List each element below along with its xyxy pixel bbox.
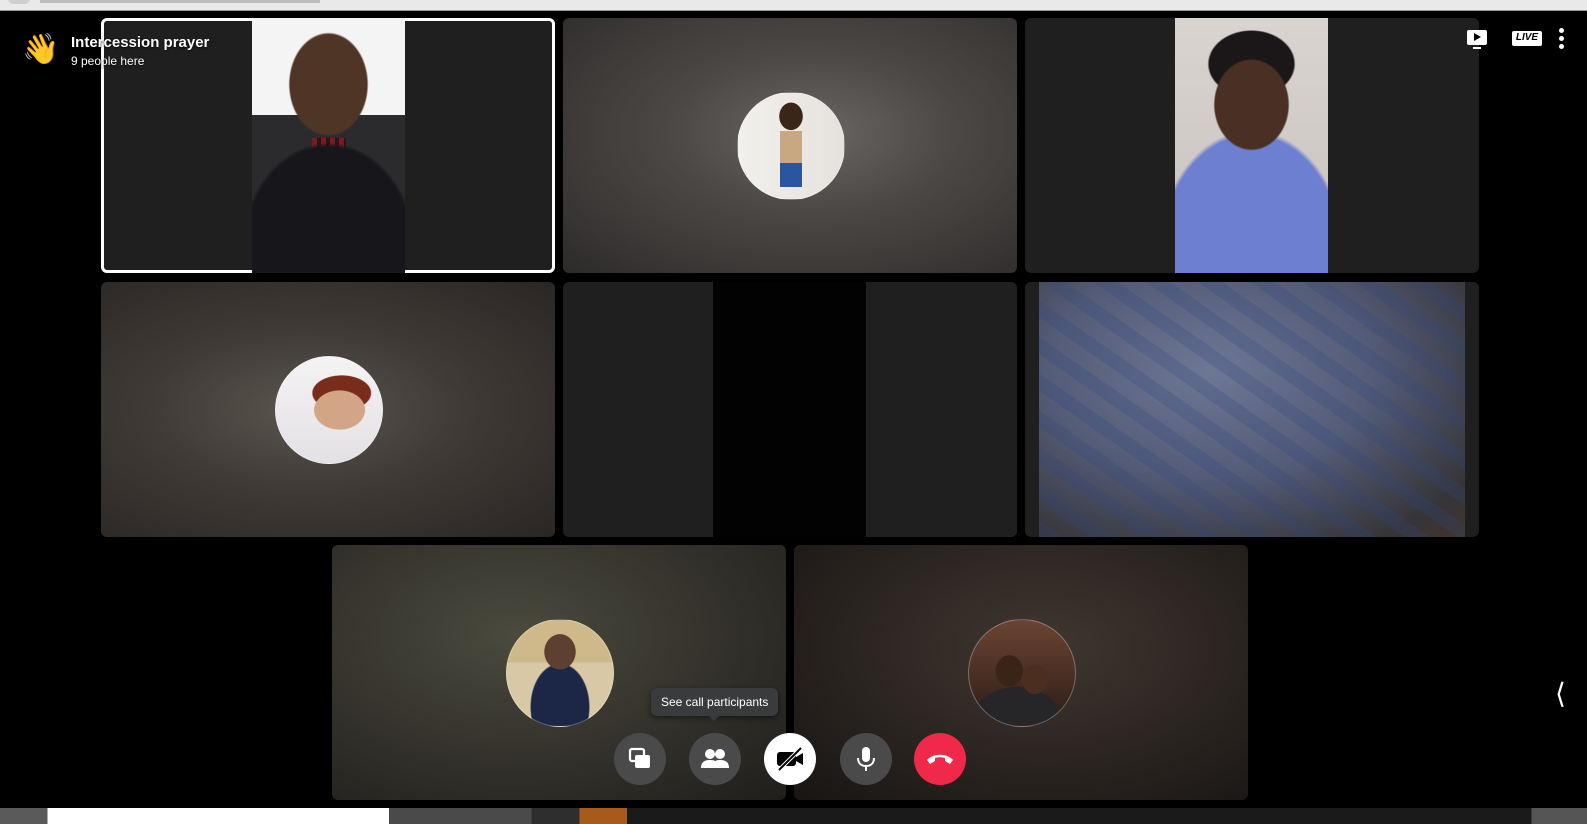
participants-icon — [701, 749, 729, 768]
participant-tile[interactable] — [563, 282, 1017, 537]
camera-off-icon — [777, 746, 803, 772]
live-badge[interactable]: LIVE — [1512, 31, 1542, 46]
microphone-icon — [857, 747, 875, 771]
screen-play-icon[interactable] — [1467, 30, 1487, 49]
participant-tile[interactable] — [1025, 18, 1479, 273]
video-blanket-icon — [1039, 282, 1465, 537]
share-screen-icon — [628, 747, 650, 768]
microphone-button[interactable] — [840, 733, 892, 785]
participant-count[interactable]: 9 people here — [71, 54, 144, 68]
video-woman-icon — [1175, 18, 1328, 273]
avatar — [968, 619, 1076, 727]
participant-tile[interactable] — [563, 18, 1017, 273]
end-call-icon — [927, 754, 953, 764]
tooltip: See call participants — [651, 688, 779, 721]
share-screen-button[interactable] — [614, 733, 666, 785]
participants-button[interactable] — [689, 733, 741, 785]
camera-toggle-button[interactable] — [764, 733, 816, 785]
participant-tile[interactable] — [101, 18, 555, 273]
call-title: Intercession prayer — [71, 34, 210, 51]
participant-tile[interactable] — [101, 282, 555, 537]
video-call-window: 👋 Intercession prayer 9 people here LIVE… — [0, 0, 1587, 824]
video-dark-icon — [713, 282, 866, 537]
browser-tab-strip — [0, 0, 1587, 11]
avatar — [506, 619, 614, 727]
top-right-controls: LIVE — [1467, 28, 1567, 52]
end-call-button[interactable] — [914, 733, 966, 785]
wave-icon: 👋 — [22, 33, 60, 66]
more-vertical-icon[interactable] — [1559, 28, 1565, 52]
address-bar[interactable] — [40, 0, 320, 3]
participant-tile[interactable] — [1025, 282, 1479, 537]
avatar — [275, 356, 383, 464]
avatar — [737, 92, 845, 200]
taskbar-strip — [0, 808, 1587, 824]
video-man-icon — [252, 18, 405, 273]
browser-tab[interactable] — [8, 0, 30, 4]
side-panel-arrow-icon[interactable]: ⟨ — [1555, 680, 1566, 708]
